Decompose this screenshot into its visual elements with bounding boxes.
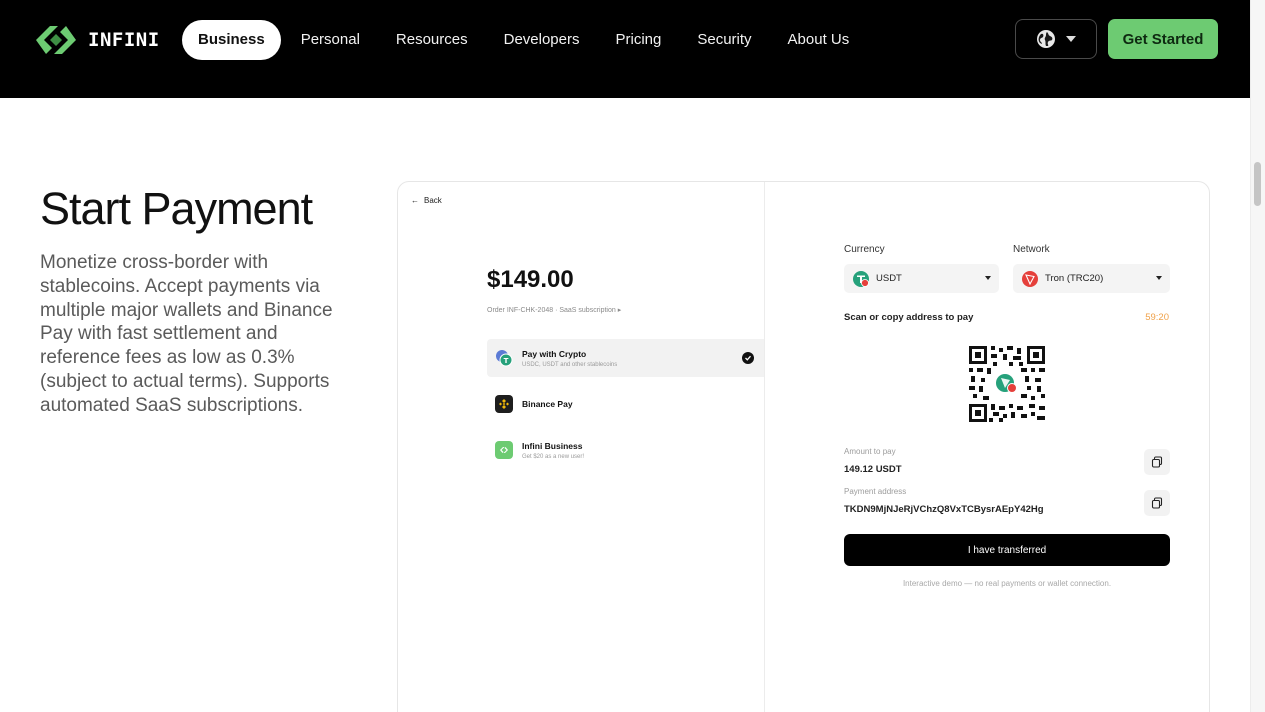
brand-logo[interactable]: INFINI [32,20,160,60]
language-selector[interactable] [1015,19,1097,59]
scrollbar-thumb[interactable] [1254,162,1261,206]
svg-text:T: T [504,357,509,365]
amount-value: 149.12 USDT [844,464,902,475]
transferred-button[interactable]: I have transferred [844,534,1170,566]
method-title: Infini Business [522,440,583,451]
tron-icon [1022,270,1038,287]
order-price: $149.00 [487,266,574,293]
payment-qr-code[interactable] [969,346,1045,422]
nav-about-us[interactable]: About Us [772,20,866,60]
nav-personal[interactable]: Personal [285,20,376,60]
section-title: Start Payment [40,183,313,234]
page-scrollbar[interactable] [1250,0,1265,712]
network-label: Network [1013,244,1050,255]
copy-address-button[interactable] [1144,490,1170,516]
address-value: TKDN9MjNJeRjVChzQ8VxTCBysrAEpY42Hg [844,504,1044,515]
back-label: Back [424,196,442,205]
chevron-down-icon [1066,36,1076,42]
brand-name: INFINI [88,29,160,51]
binance-icon [495,395,513,413]
currency-value: USDT [876,273,902,284]
infini-logo-icon [36,26,76,54]
address-label: Payment address [844,487,907,496]
method-binance-pay[interactable]: Binance Pay [487,385,764,423]
currency-select[interactable]: USDT [844,264,999,293]
method-subtitle: Get $20 as a new user! [522,453,585,460]
crypto-coins-icon: T [495,349,513,367]
section-description: Monetize cross-border with stablecoins. … [40,252,333,416]
method-pay-with-crypto[interactable]: T Pay with Crypto USDC, USDT and other s… [487,339,764,377]
amount-label: Amount to pay [844,447,896,456]
globe-icon [1037,30,1055,48]
nav-security[interactable]: Security [681,20,767,60]
get-started-button[interactable]: Get Started [1108,19,1218,59]
usdt-icon [853,270,869,287]
currency-label: Currency [844,244,885,255]
infini-icon [495,441,513,459]
caret-down-icon [1156,276,1162,280]
countdown-timer: 59:20 [1145,312,1169,323]
caret-down-icon [985,276,991,280]
main-menu: Business Personal Resources Developers P… [182,20,869,60]
nav-developers[interactable]: Developers [488,20,596,60]
nav-pricing[interactable]: Pricing [599,20,677,60]
method-title: Binance Pay [522,399,573,409]
arrow-left-icon: ← [411,196,419,205]
nav-business[interactable]: Business [182,20,281,60]
order-reference[interactable]: Order INF-CHK-2048 · SaaS subscription ▸ [487,306,621,314]
top-navigation: INFINI Business Personal Resources Devel… [0,0,1250,98]
scan-instructions: Scan or copy address to pay [844,312,974,323]
crypto-payment-panel: Currency USDT Network Tron (TRC20) Scan … [765,182,1209,712]
copy-icon [1151,456,1163,468]
network-select[interactable]: Tron (TRC20) [1013,264,1170,293]
demo-disclaimer: Interactive demo — no real payments or w… [902,579,1112,588]
payment-method-panel: ← Back $149.00 Order INF-CHK-2048 · SaaS… [398,182,764,712]
checkmark-icon [742,352,754,364]
nav-resources[interactable]: Resources [380,20,484,60]
method-infini-business[interactable]: Infini Business Get $20 as a new user! [487,431,764,469]
copy-icon [1151,497,1163,509]
back-button[interactable]: ← Back [411,196,442,205]
method-subtitle: USDC, USDT and other stablecoins [522,361,618,368]
copy-amount-button[interactable] [1144,449,1170,475]
network-value: Tron (TRC20) [1045,273,1104,284]
method-title: Pay with Crypto [522,348,587,359]
payment-demo-card: ← Back $149.00 Order INF-CHK-2048 · SaaS… [397,181,1210,712]
